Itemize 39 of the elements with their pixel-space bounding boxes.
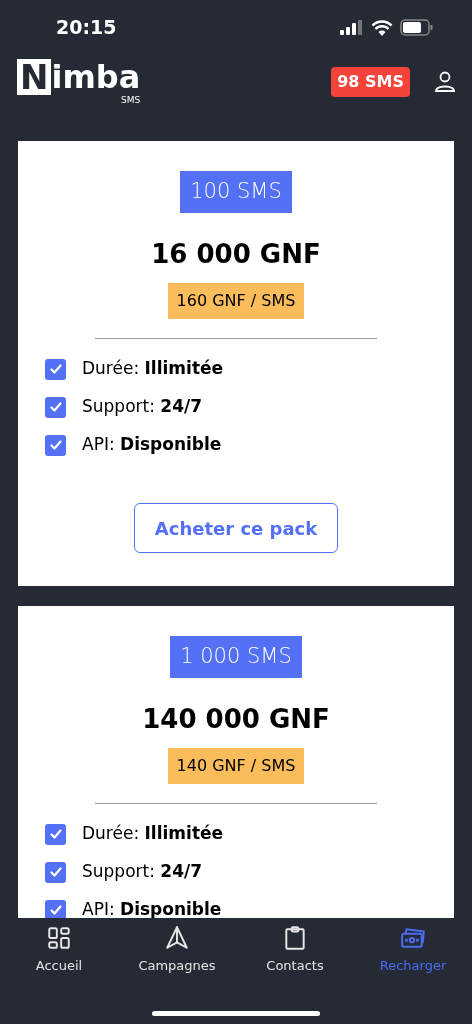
clipboard-icon — [282, 925, 308, 951]
buy-button[interactable]: Acheter ce pack — [134, 503, 338, 553]
checkbox[interactable] — [45, 358, 66, 380]
checkbox[interactable] — [45, 899, 66, 918]
pack-name: 1 000 SMS — [170, 636, 302, 678]
tab-item[interactable]: Accueil — [0, 918, 118, 976]
checkbox[interactable] — [45, 396, 66, 418]
checkbox[interactable] — [45, 861, 66, 883]
checkbox[interactable] — [45, 434, 66, 456]
banknotes-icon — [400, 925, 426, 951]
checkmark-icon — [48, 903, 63, 917]
unit-price: 140 GNF / SMS — [167, 748, 305, 784]
feature-text: API: Disponible — [82, 433, 222, 457]
checkmark-icon — [48, 865, 63, 879]
sms-balance: 98 SMS — [331, 66, 410, 97]
pack-price: 140 000 GNF — [142, 703, 330, 736]
signal-icon — [340, 20, 364, 35]
feature-text: API: Disponible — [82, 898, 222, 918]
unit-price: 160 GNF / SMS — [167, 283, 305, 319]
checkmark-icon — [48, 362, 63, 376]
status-time: 20:15 — [56, 15, 117, 41]
checkmark-icon — [48, 827, 63, 841]
feature-text: Support: 24/7 — [82, 395, 203, 419]
pack-name: 100 SMS — [180, 171, 292, 213]
send-icon — [164, 925, 190, 951]
feature-text: Durée: Illimitée — [82, 822, 224, 846]
grid-icon — [46, 925, 72, 951]
checkbox[interactable] — [45, 823, 66, 845]
checkmark-icon — [48, 438, 63, 452]
user-icon[interactable] — [434, 70, 456, 93]
checkmark-icon — [48, 400, 63, 414]
battery-icon — [400, 19, 434, 36]
tab-item[interactable]: Contacts — [236, 918, 354, 976]
pack-price: 16 000 GNF — [151, 238, 321, 271]
app-logo: N imba SMS — [17, 58, 141, 105]
wifi-icon — [371, 19, 393, 36]
feature-text: Support: 24/7 — [82, 860, 203, 884]
tab-item[interactable]: Campagnes — [118, 918, 236, 976]
feature-text: Durée: Illimitée — [82, 357, 224, 381]
